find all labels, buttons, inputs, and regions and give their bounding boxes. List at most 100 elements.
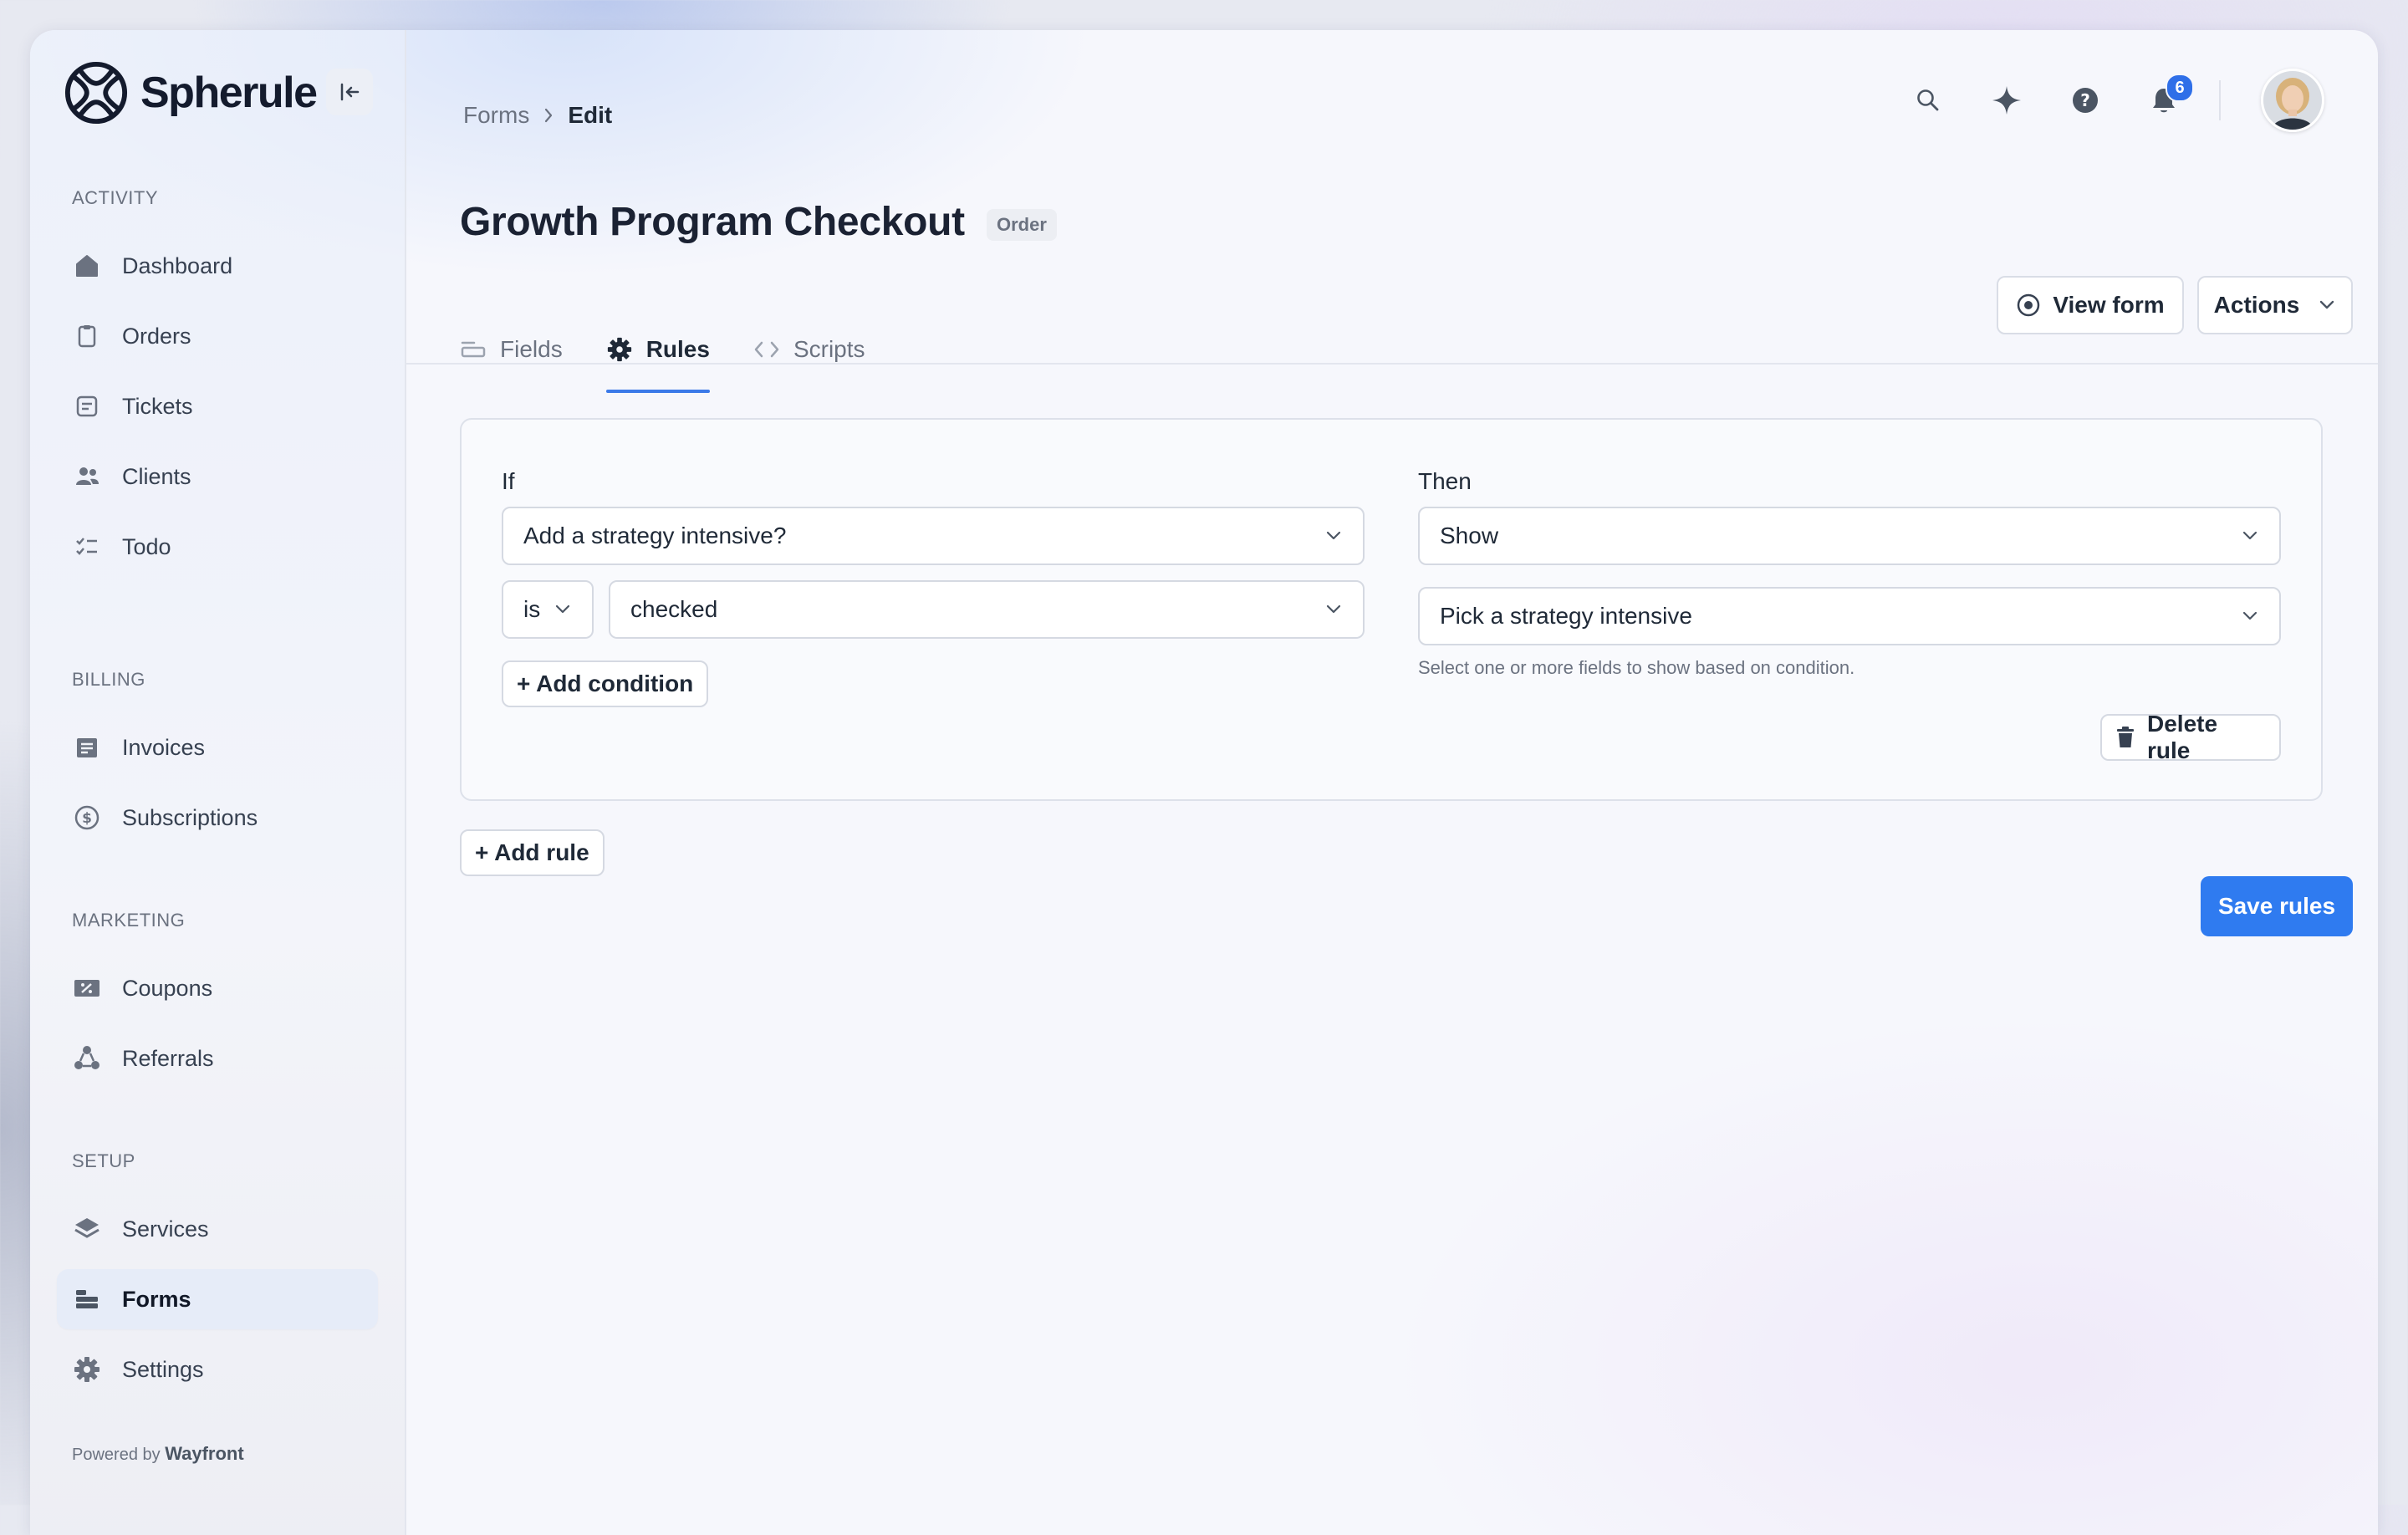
condition-value-select[interactable]: checked	[609, 580, 1365, 639]
sidebar-item-coupons[interactable]: Coupons	[57, 958, 378, 1018]
tab-label: Rules	[645, 336, 710, 362]
referral-icon	[70, 1042, 104, 1075]
section-label-billing: Billing	[72, 669, 145, 690]
search-button[interactable]	[1903, 75, 1953, 125]
spherule-logo-icon	[64, 61, 128, 125]
sidebar-item-forms[interactable]: Forms	[57, 1269, 378, 1329]
actions-dropdown-button[interactable]: Actions	[2197, 276, 2353, 334]
sidebar-item-services[interactable]: Services	[57, 1199, 378, 1259]
section-label-activity: Activity	[72, 187, 159, 208]
forms-icon	[70, 1283, 104, 1316]
select-value: is	[523, 596, 541, 622]
tab-rules[interactable]: Rules	[605, 306, 711, 393]
ai-assistant-button[interactable]	[1982, 75, 2032, 125]
sidebar-item-label: Clients	[122, 463, 191, 489]
breadcrumb-current: Edit	[568, 102, 613, 128]
sidebar-item-label: Dashboard	[122, 252, 233, 278]
add-rule-button[interactable]: + Add rule	[460, 829, 605, 876]
add-condition-button[interactable]: + Add condition	[502, 660, 709, 707]
field-icon	[460, 338, 487, 361]
if-label: If	[502, 468, 515, 494]
brand-name: Spherule	[140, 69, 318, 117]
then-action-select[interactable]: Show	[1418, 507, 2281, 565]
breadcrumb-forms-link[interactable]: Forms	[463, 102, 529, 129]
delete-rule-label: Delete rule	[2147, 711, 2218, 763]
select-value: Add a strategy intensive?	[523, 523, 787, 548]
select-value: Pick a strategy intensive	[1440, 603, 1692, 629]
form-type-badge: Order	[987, 209, 1057, 241]
sidebar: Spherule Activity Dashboard Orders	[30, 30, 406, 1535]
sidebar-item-todo[interactable]: Todo	[57, 517, 378, 577]
powered-by-brand: Wayfront	[165, 1443, 244, 1464]
svg-text:?: ?	[2080, 90, 2090, 110]
avatar[interactable]	[2261, 69, 2324, 132]
select-value: checked	[630, 596, 718, 622]
coupon-icon	[70, 971, 104, 1005]
sidebar-item-label: Subscriptions	[122, 804, 258, 830]
delete-rule-button[interactable]: Delete rule	[2100, 711, 2281, 763]
then-target-select[interactable]: Pick a strategy intensive	[1418, 587, 2281, 645]
sidebar-item-label: Referrals	[122, 1045, 214, 1071]
save-rules-button[interactable]: Save rules	[2201, 876, 2353, 936]
section-label-marketing: Marketing	[72, 910, 186, 931]
sidebar-item-referrals[interactable]: Referrals	[57, 1028, 378, 1089]
chevron-down-icon	[1324, 530, 1343, 542]
then-helper-text: Select one or more fields to show based …	[1418, 657, 1855, 678]
sidebar-item-label: Tickets	[122, 393, 193, 419]
operator-select[interactable]: is	[502, 580, 594, 639]
sidebar-item-label: Orders	[122, 323, 191, 349]
sidebar-item-dashboard[interactable]: Dashboard	[57, 236, 378, 296]
tab-label: Scripts	[793, 336, 865, 362]
gear-icon	[606, 336, 633, 363]
sidebar-item-invoices[interactable]: Invoices	[57, 717, 378, 778]
home-icon	[70, 249, 104, 283]
powered-by-text: Powered by	[72, 1446, 161, 1464]
sidebar-item-tickets[interactable]: Tickets	[57, 376, 378, 436]
search-icon	[1917, 89, 1939, 111]
header-divider	[2219, 80, 2221, 120]
header-actions: ? 6	[1875, 67, 2324, 134]
select-value: Show	[1440, 523, 1499, 548]
tab-label: Fields	[500, 336, 563, 362]
tab-fields[interactable]: Fields	[460, 306, 563, 393]
sidebar-item-orders[interactable]: Orders	[57, 306, 378, 366]
chevron-down-icon	[1324, 604, 1343, 615]
sidebar-item-label: Settings	[122, 1356, 204, 1382]
help-button[interactable]: ?	[2060, 75, 2110, 125]
sidebar-item-label: Forms	[122, 1286, 191, 1312]
actions-label: Actions	[2213, 292, 2300, 318]
eye-icon	[2016, 293, 2041, 318]
collapse-sidebar-button[interactable]	[326, 69, 373, 115]
clipboard-icon	[70, 319, 104, 353]
users-icon	[70, 460, 104, 493]
chevron-right-icon	[541, 106, 556, 125]
sparkle-icon	[1992, 86, 2021, 115]
tab-scripts[interactable]: Scripts	[753, 306, 865, 393]
invoice-icon	[70, 731, 104, 764]
powered-by[interactable]: Powered by Wayfront	[72, 1443, 244, 1465]
chevron-down-icon	[2318, 299, 2336, 311]
chevron-down-icon	[2241, 610, 2259, 622]
section-label-setup: Setup	[72, 1150, 135, 1171]
notification-count-badge: 6	[2166, 74, 2194, 102]
user-avatar-icon	[2263, 71, 2322, 130]
brand[interactable]: Spherule	[64, 60, 318, 125]
tab-bar: Fields Rules Scripts	[460, 306, 909, 393]
app-window: Spherule Activity Dashboard Orders	[30, 30, 2378, 1535]
main-content: Forms Edit ? 6 Growth Program Checkout O…	[406, 30, 2378, 1535]
sidebar-item-clients[interactable]: Clients	[57, 446, 378, 507]
sidebar-item-settings[interactable]: Settings	[57, 1339, 378, 1400]
view-form-button[interactable]: View form	[1997, 276, 2184, 334]
notifications-button[interactable]: 6	[2139, 74, 2194, 125]
layers-icon	[70, 1212, 104, 1246]
rule-card: If Then Add a strategy intensive? is che…	[460, 418, 2323, 801]
collapse-left-icon	[340, 83, 360, 101]
if-field-select[interactable]: Add a strategy intensive?	[502, 507, 1365, 565]
svg-text:$: $	[82, 810, 92, 827]
sidebar-item-label: Services	[122, 1216, 209, 1242]
code-icon	[753, 339, 780, 360]
checklist-icon	[70, 530, 104, 564]
page-title: Growth Program Checkout	[460, 200, 965, 244]
sidebar-item-subscriptions[interactable]: $ Subscriptions	[57, 788, 378, 848]
dollar-cycle-icon: $	[70, 801, 104, 834]
